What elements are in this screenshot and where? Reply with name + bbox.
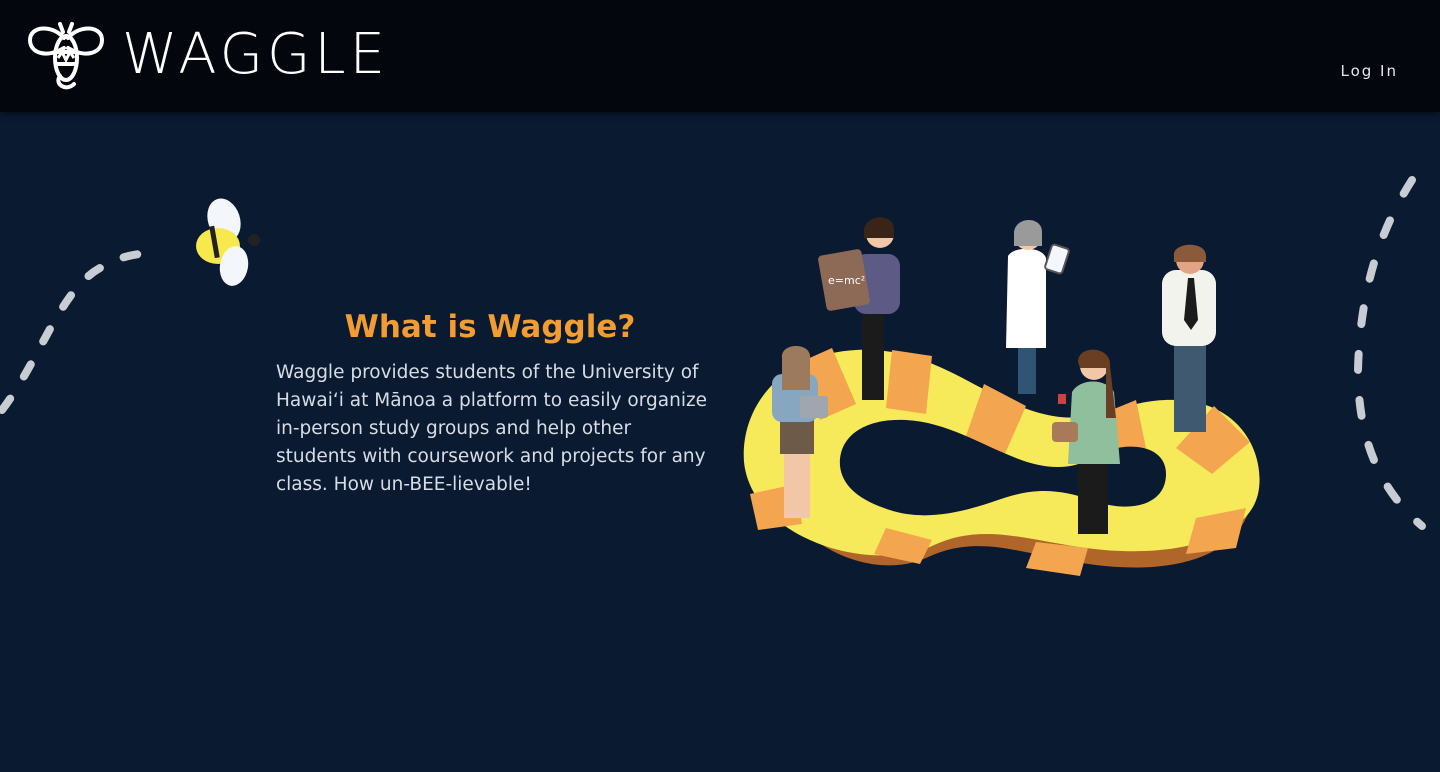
bee-flight-trail-right	[1353, 176, 1426, 530]
brand-name: WAGGLE	[122, 22, 390, 87]
hero-title: What is Waggle?	[344, 308, 636, 345]
bee-icon	[196, 198, 260, 286]
clipboard-formula: e=mc²	[828, 274, 865, 287]
student-in-lab-coat	[1006, 220, 1070, 394]
hero-description: Waggle provides students of the Universi…	[276, 361, 708, 495]
waggle-bee-logo-icon	[27, 22, 105, 90]
login-link[interactable]: Log In	[1341, 62, 1399, 80]
students-on-infinity-track-illustration: e=mc²	[743, 217, 1260, 576]
brand-home-link[interactable]: WAGGLE	[26, 18, 389, 92]
top-navbar: WAGGLE Log In	[0, 0, 1440, 112]
